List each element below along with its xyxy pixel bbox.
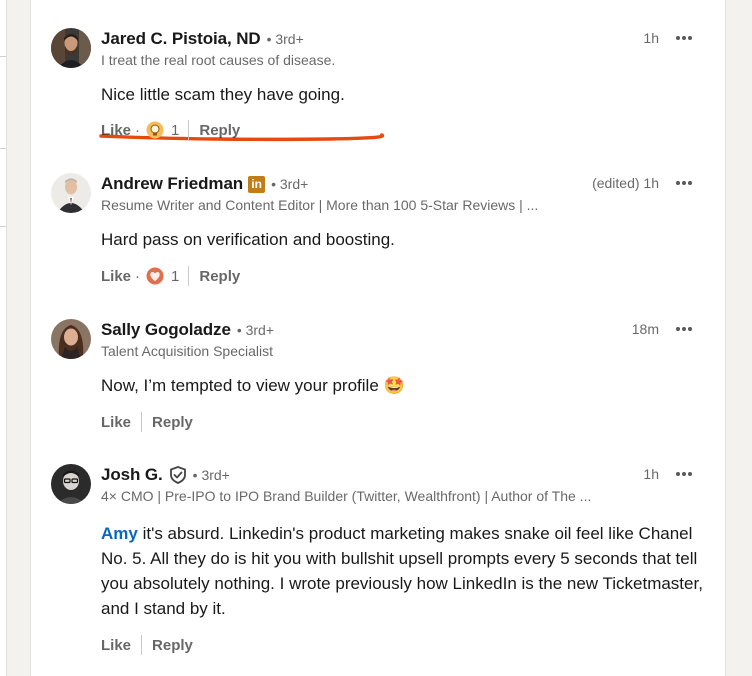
connection-degree: • 3rd+: [266, 31, 304, 47]
more-options-icon[interactable]: [673, 464, 695, 484]
author-line: Jared C. Pistoia, ND • 3rd+: [101, 28, 304, 50]
avatar[interactable]: [51, 319, 91, 359]
timestamp: (edited) 1h: [592, 175, 659, 191]
author-name[interactable]: Andrew Friedman: [101, 174, 243, 194]
comment-text: Nice little scam they have going.: [101, 85, 345, 104]
insightful-lightbulb-icon[interactable]: [146, 121, 164, 139]
author-name[interactable]: Sally Gogoladze: [101, 320, 231, 340]
reply-button[interactable]: Reply: [152, 637, 193, 654]
author-headline: Talent Acquisition Specialist: [101, 343, 273, 359]
comment-text-body: it's absurd. Linkedin's product marketin…: [101, 524, 703, 618]
avatar[interactable]: [51, 173, 91, 213]
reply-button[interactable]: Reply: [199, 122, 240, 139]
timestamp: 1h: [643, 30, 659, 46]
avatar[interactable]: [51, 464, 91, 504]
action-divider: [141, 635, 143, 655]
action-divider: [188, 120, 190, 140]
author-headline: 4× CMO | Pre-IPO to IPO Brand Builder (T…: [101, 488, 592, 504]
author-name[interactable]: Josh G.: [101, 465, 163, 485]
action-divider: [188, 266, 190, 286]
reply-button[interactable]: Reply: [199, 268, 240, 285]
left-rail-divider: [0, 148, 6, 149]
timestamp: 1h: [643, 466, 659, 482]
reply-button[interactable]: Reply: [152, 414, 193, 431]
reaction-separator: ·: [135, 121, 141, 139]
comment-actions: Like · 1 Reply: [101, 118, 240, 142]
left-rail-divider: [0, 226, 6, 227]
connection-degree: • 3rd+: [192, 467, 230, 483]
author-line: Sally Gogoladze • 3rd+: [101, 319, 274, 341]
left-rail: [0, 0, 7, 676]
comment-actions: Like Reply: [101, 633, 193, 657]
like-button[interactable]: Like: [101, 122, 131, 139]
love-heart-icon[interactable]: [146, 267, 164, 285]
reaction-separator: ·: [135, 267, 141, 285]
more-options-icon[interactable]: [673, 173, 695, 193]
comment-text: Hard pass on verification and boosting.: [101, 230, 395, 249]
more-options-icon[interactable]: [673, 319, 695, 339]
connection-degree: • 3rd+: [236, 322, 275, 338]
comment-text: Amy it's absurd. Linkedin's product mark…: [101, 521, 711, 621]
author-name[interactable]: Jared C. Pistoia, ND: [101, 29, 261, 49]
reaction-count[interactable]: 1: [171, 122, 179, 139]
comments-card: Jared C. Pistoia, ND • 3rd+ I treat the …: [30, 0, 726, 676]
comment-text: Now, I’m tempted to view your profile 🤩: [101, 376, 405, 395]
author-headline: I treat the real root causes of disease.: [101, 52, 336, 68]
verified-shield-icon: [169, 466, 187, 484]
comment-actions: Like Reply: [101, 410, 193, 434]
author-headline: Resume Writer and Content Editor | More …: [101, 197, 539, 213]
comment-actions: Like · 1 Reply: [101, 264, 240, 288]
avatar[interactable]: [51, 28, 91, 68]
action-divider: [141, 412, 143, 432]
left-rail-divider: [0, 56, 6, 57]
like-button[interactable]: Like: [101, 268, 131, 285]
timestamp: 18m: [631, 321, 659, 337]
connection-degree: • 3rd+: [271, 176, 309, 192]
reaction-count[interactable]: 1: [171, 268, 179, 285]
like-button[interactable]: Like: [101, 414, 131, 431]
author-line: Andrew Friedman in • 3rd+: [101, 173, 308, 195]
mention-link[interactable]: Amy: [101, 524, 138, 543]
author-line: Josh G. • 3rd+: [101, 464, 230, 486]
more-options-icon[interactable]: [673, 28, 695, 48]
like-button[interactable]: Like: [101, 637, 131, 654]
linkedin-premium-badge-icon: in: [248, 175, 266, 193]
